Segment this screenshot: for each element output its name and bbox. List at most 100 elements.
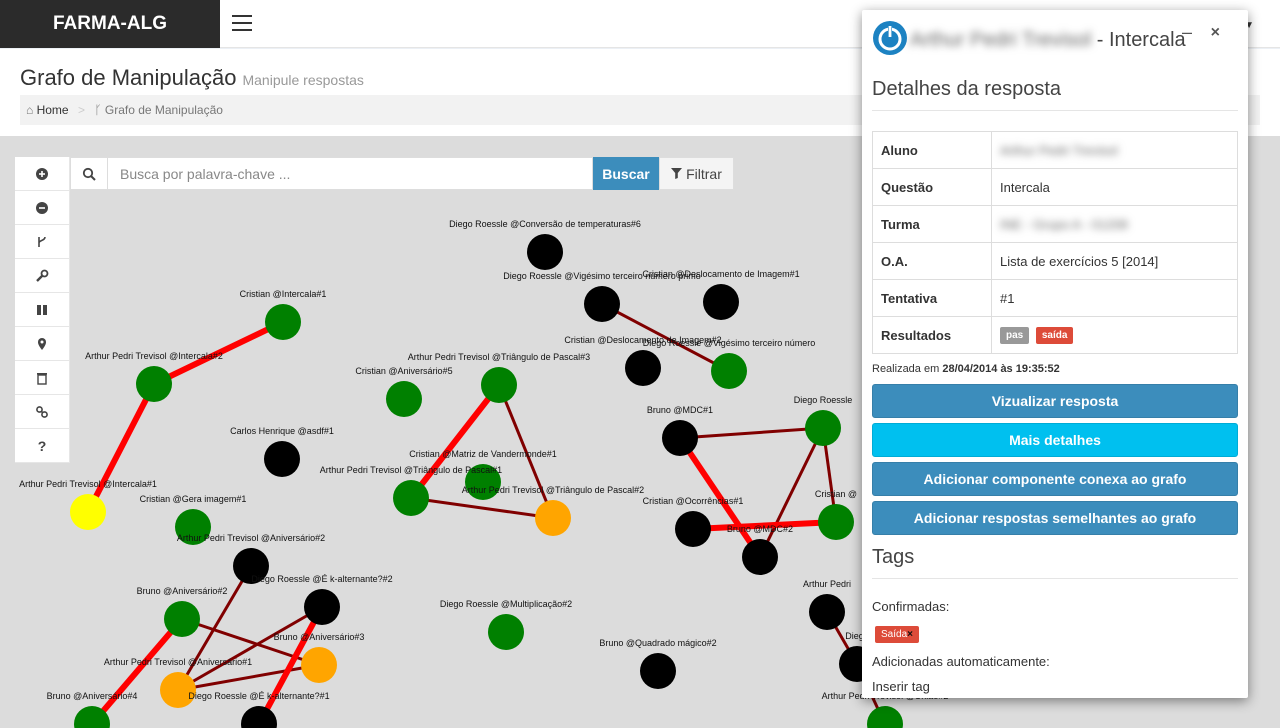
search-input[interactable] [108, 157, 593, 190]
graph-node[interactable] [711, 353, 747, 389]
graph-toolbar: ? [15, 157, 70, 463]
insert-tag-input[interactable]: Inserir tag [872, 679, 930, 694]
minimize-icon[interactable]: – [1182, 22, 1192, 43]
panel-header: Arthur Pedri Trevisol - Intercala – × [872, 20, 1238, 60]
home-icon: ⌂ [26, 103, 34, 117]
submission-time: Realizada em 28/04/2014 às 19:35:52 [872, 363, 1060, 375]
zoom-out-icon [36, 201, 48, 214]
remove-tag-icon[interactable]: × [907, 629, 913, 640]
graph-node[interactable] [175, 509, 211, 545]
filter-button-label: Filtrar [686, 165, 722, 182]
row-value: Arthur Pedri Trevisol [991, 131, 1238, 169]
confirmed-tag[interactable]: Saída× [875, 626, 919, 643]
view-answer-button[interactable]: Vizualizar resposta [872, 384, 1238, 418]
menu-toggle-icon[interactable] [232, 15, 252, 31]
confirmed-label: Confirmadas: [872, 599, 950, 614]
graph-node[interactable] [703, 284, 739, 320]
page-title: Grafo de Manipulação Manipule respostas [20, 65, 364, 91]
trash-button[interactable] [15, 361, 70, 395]
brand-logo[interactable]: FARMA-ALG [0, 0, 220, 48]
pause-button[interactable] [15, 293, 70, 327]
page-subtitle: Manipule respostas [242, 72, 364, 88]
graph-node[interactable] [136, 366, 172, 402]
graph-node[interactable] [809, 594, 845, 630]
row-key: O.A. [872, 242, 992, 280]
wrench-icon [36, 269, 49, 282]
row-key: Aluno [872, 131, 992, 169]
graph-node[interactable] [481, 367, 517, 403]
panel-title-question: - Intercala [1096, 29, 1186, 51]
graph-node[interactable] [233, 548, 269, 584]
fork-button[interactable] [15, 225, 70, 259]
graph-node[interactable] [625, 350, 661, 386]
submission-time-prefix: Realizada em [872, 363, 940, 375]
search-button[interactable]: Buscar [593, 157, 659, 190]
graph-node[interactable] [742, 539, 778, 575]
graph-node[interactable] [386, 381, 422, 417]
filter-button[interactable]: Filtrar [659, 157, 734, 190]
graph-node[interactable] [805, 410, 841, 446]
trash-icon [37, 372, 47, 385]
row-key: Questão [872, 168, 992, 206]
graph-node[interactable] [164, 601, 200, 637]
graph-node[interactable] [818, 504, 854, 540]
row-value: #1 [991, 279, 1238, 317]
zoom-in-icon [36, 167, 48, 180]
close-icon[interactable]: × [1211, 24, 1220, 42]
submission-time-value: 28/04/2014 às 19:35:52 [942, 363, 1060, 375]
table-row: Questão Intercala [872, 168, 1238, 206]
graph-node[interactable] [70, 494, 106, 530]
graph-node[interactable] [675, 511, 711, 547]
question-icon: ? [37, 437, 47, 454]
map-marker-icon [38, 337, 46, 350]
table-row: Aluno Arthur Pedri Trevisol [872, 131, 1238, 169]
graph-node[interactable] [640, 653, 676, 689]
zoom-in-button[interactable] [15, 157, 70, 191]
graph-node[interactable] [304, 589, 340, 625]
graph-node[interactable] [662, 420, 698, 456]
search-icon [70, 157, 108, 190]
help-button[interactable]: ? [15, 429, 70, 463]
breadcrumb-home-link[interactable]: Home [37, 103, 69, 117]
link-icon [36, 405, 48, 418]
details-table: Aluno Arthur Pedri Trevisol Questão Inte… [872, 131, 1238, 354]
power-logo-icon [873, 21, 907, 55]
zoom-out-button[interactable] [15, 191, 70, 225]
graph-node[interactable] [393, 480, 429, 516]
answer-details-panel: Arthur Pedri Trevisol - Intercala – × De… [862, 10, 1248, 698]
divider [872, 578, 1238, 579]
graph-node[interactable] [265, 304, 301, 340]
pause-icon [37, 304, 47, 315]
graph-node[interactable] [465, 464, 501, 500]
add-component-button[interactable]: Adicionar componente conexa ao grafo [872, 462, 1238, 496]
fork-icon [38, 236, 46, 247]
graph-node[interactable] [160, 672, 196, 708]
breadcrumb-current: Grafo de Manipulação [104, 103, 223, 117]
table-row: Resultados pas saída [872, 316, 1238, 354]
wrench-button[interactable] [15, 259, 70, 293]
row-key: Resultados [872, 316, 992, 354]
class-name: INE - Grupo A - 01208 [1000, 216, 1128, 232]
search-bar: Buscar Filtrar [70, 157, 734, 190]
more-details-button[interactable]: Mais detalhes [872, 423, 1238, 457]
graph-node[interactable] [264, 441, 300, 477]
row-value: pas saída [991, 316, 1238, 354]
row-value: Lista de exercícios 5 [2014] [991, 242, 1238, 280]
add-similar-button[interactable]: Adicionar respostas semelhantes ao grafo [872, 501, 1238, 535]
student-name: Arthur Pedri Trevisol [1000, 142, 1118, 158]
tags-section-title: Tags [872, 546, 915, 568]
graph-node[interactable] [527, 234, 563, 270]
table-row: Tentativa #1 [872, 279, 1238, 317]
table-row: O.A. Lista de exercícios 5 [2014] [872, 242, 1238, 280]
graph-node[interactable] [301, 647, 337, 683]
graph-node[interactable] [584, 286, 620, 322]
map-marker-button[interactable] [15, 327, 70, 361]
page-title-text: Grafo de Manipulação [20, 65, 237, 90]
divider [872, 110, 1238, 111]
graph-node[interactable] [488, 614, 524, 650]
graph-node[interactable] [535, 500, 571, 536]
link-button[interactable] [15, 395, 70, 429]
result-badge: pas [1000, 327, 1030, 344]
panel-title-student: Arthur Pedri Trevisol [910, 29, 1092, 51]
filter-icon [671, 168, 683, 179]
